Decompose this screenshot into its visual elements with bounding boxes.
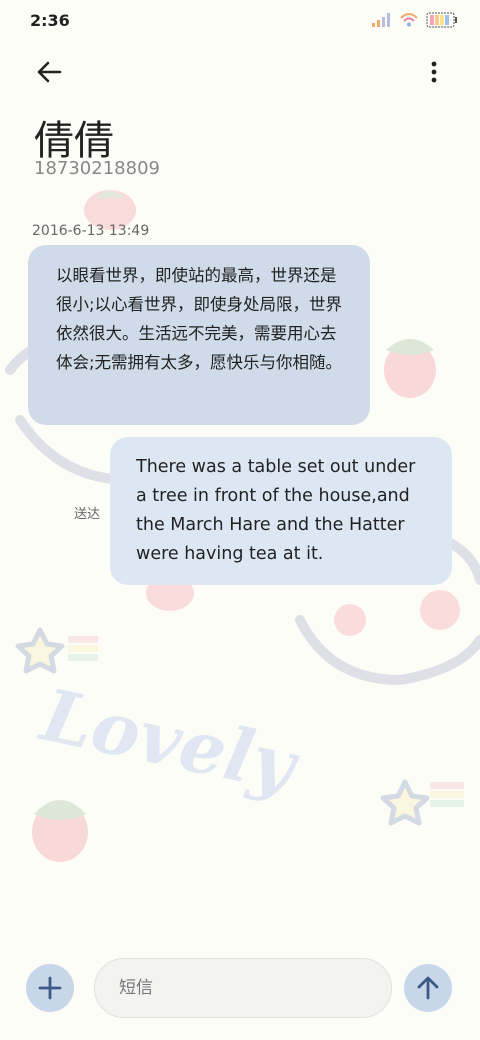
add-icon [38,976,62,1000]
more-icon[interactable] [422,56,446,88]
battery-icon [426,12,457,28]
delivery-status: 送达 [74,507,101,522]
status-bar: 2:36 [0,0,480,42]
wallpaper-word: Lovely [33,671,307,809]
status-icons [372,12,458,28]
star-icon [380,779,464,826]
add-attachment-button[interactable] [26,964,74,1012]
star-icon [15,627,98,674]
message-timestamp: 2016-6-13 13:49 [32,223,150,239]
top-bar [0,48,480,92]
send-arrow-icon [417,976,439,1000]
send-button[interactable] [404,964,452,1012]
status-time: 2:36 [30,11,70,30]
strawberry-icon [384,339,436,398]
outgoing-message-bubble[interactable]: There was a table set out under a tree i… [110,437,452,585]
strawberry-icon [32,800,88,862]
incoming-message-bubble[interactable]: 以眼看世界，即使站的最高，世界还是很小;以心看世界，即使身处局限，世界依然很大。… [28,245,370,425]
incoming-message-text: 以眼看世界，即使站的最高，世界还是很小;以心看世界，即使身处局限，世界依然很大。… [56,266,343,372]
outgoing-message-text: There was a table set out under a tree i… [136,457,416,564]
composer-bar [0,952,480,1022]
wifi-icon [400,13,418,27]
message-input[interactable] [94,958,392,1018]
contact-phone[interactable]: 18730218809 [34,158,160,179]
back-arrow-icon[interactable] [32,54,68,90]
signal-icon [372,13,390,27]
